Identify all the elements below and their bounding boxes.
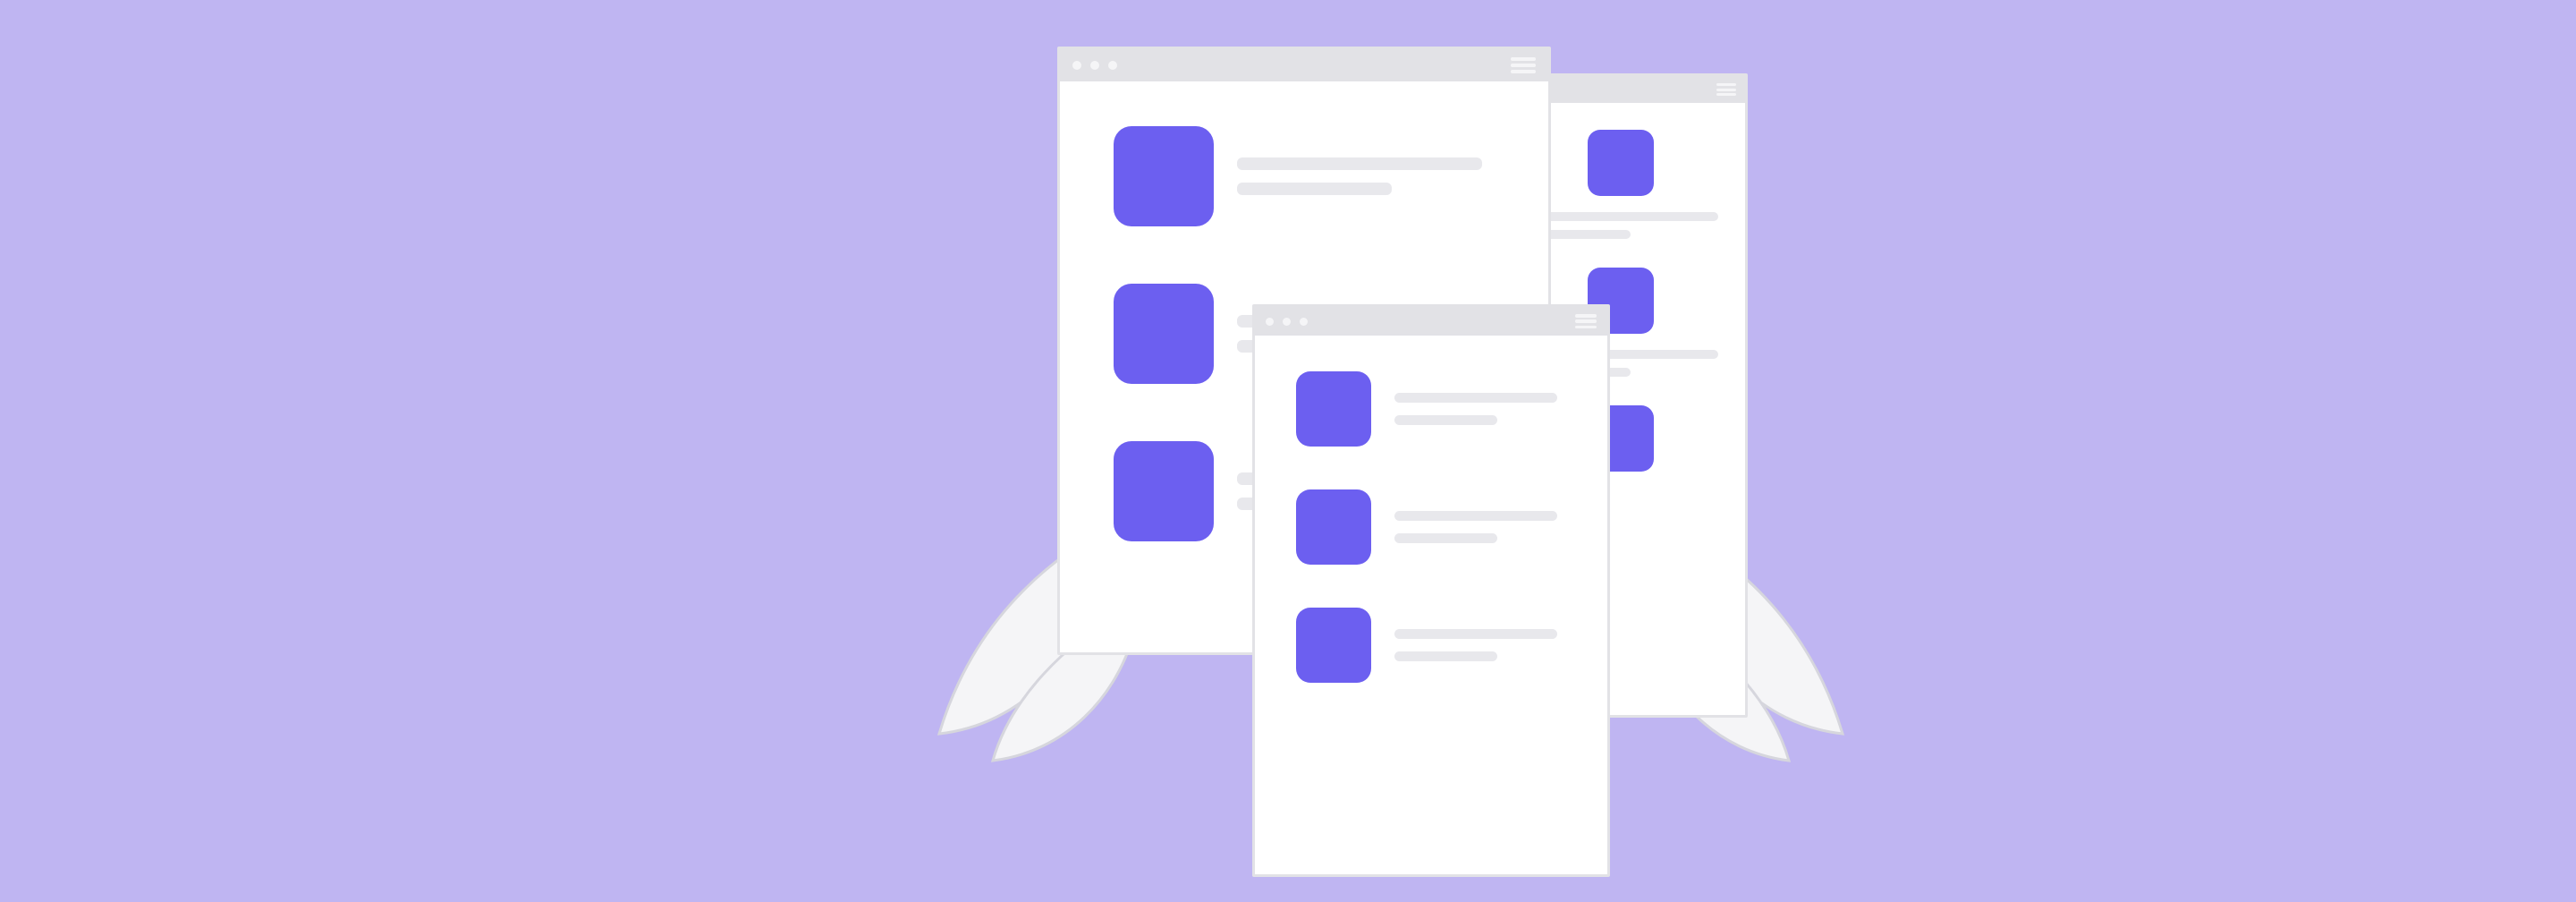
- browser-window-medium: [1252, 304, 1610, 877]
- list-item: [1296, 371, 1566, 447]
- dot-icon: [1300, 318, 1308, 326]
- dot-icon: [1072, 61, 1081, 70]
- list-item: [1114, 126, 1495, 226]
- placeholder-lines: [1394, 629, 1566, 661]
- placeholder-line: [1394, 533, 1497, 543]
- illustration-stage: [644, 0, 1932, 902]
- list-item: [1296, 608, 1566, 683]
- placeholder-lines: [1394, 511, 1566, 543]
- content-tile: [1296, 608, 1371, 683]
- content-tile: [1114, 126, 1214, 226]
- content-tile: [1296, 489, 1371, 565]
- window-titlebar: [1060, 49, 1548, 81]
- hamburger-icon: [1511, 57, 1536, 73]
- placeholder-line: [1394, 393, 1557, 403]
- placeholder-line: [1523, 212, 1718, 221]
- hamburger-icon: [1575, 314, 1597, 328]
- placeholder-lines: [1394, 393, 1566, 425]
- window-titlebar: [1255, 307, 1607, 336]
- dot-icon: [1090, 61, 1099, 70]
- placeholder-lines: [1237, 157, 1495, 195]
- content-tile: [1114, 284, 1214, 384]
- content-tile: [1588, 130, 1654, 196]
- placeholder-line: [1394, 651, 1497, 661]
- placeholder-line: [1394, 415, 1497, 425]
- list-item: [1523, 130, 1718, 239]
- traffic-light-dots: [1266, 318, 1308, 326]
- placeholder-lines: [1523, 212, 1718, 239]
- placeholder-line: [1394, 511, 1557, 521]
- list-item: [1296, 489, 1566, 565]
- dot-icon: [1266, 318, 1274, 326]
- hamburger-icon: [1716, 83, 1736, 96]
- placeholder-line: [1237, 183, 1392, 195]
- dot-icon: [1108, 61, 1117, 70]
- content-tile: [1114, 441, 1214, 541]
- window-content: [1255, 336, 1607, 874]
- content-tile: [1296, 371, 1371, 447]
- dot-icon: [1283, 318, 1291, 326]
- placeholder-line: [1394, 629, 1557, 639]
- traffic-light-dots: [1072, 61, 1117, 70]
- placeholder-line: [1237, 157, 1482, 170]
